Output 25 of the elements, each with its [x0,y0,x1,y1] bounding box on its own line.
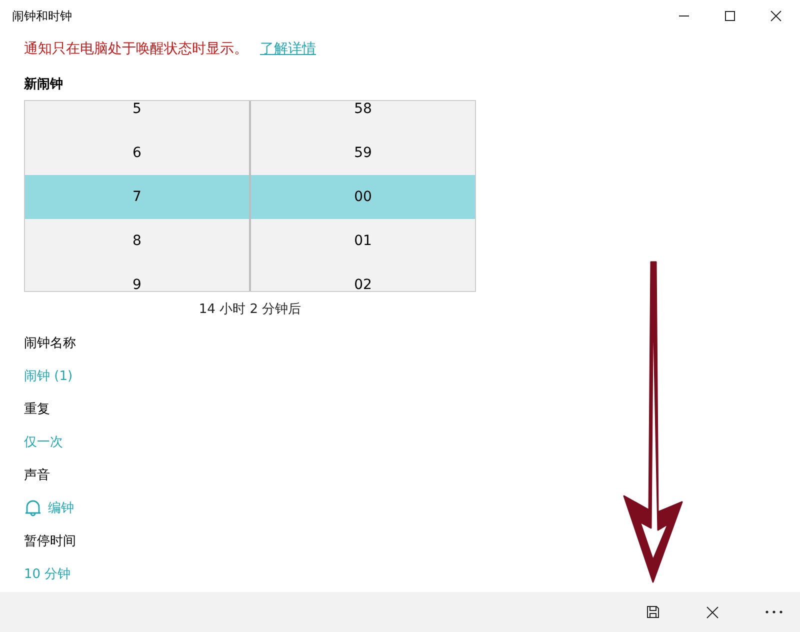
hour-item[interactable]: 9 [25,263,249,291]
minute-item[interactable]: 59 [251,131,475,175]
minute-item[interactable]: 58 [251,101,475,131]
maximize-icon[interactable] [724,10,736,22]
field-label: 重复 [24,401,51,419]
field-label: 闹钟名称 [24,335,77,353]
hour-item[interactable]: 7 [25,175,249,219]
save-icon[interactable] [646,605,660,619]
close-icon[interactable] [770,10,782,22]
field-label: 声音 [24,467,51,485]
hour-item[interactable]: 8 [25,219,249,263]
hour-item[interactable]: 6 [25,131,249,175]
minute-item[interactable]: 02 [251,263,475,291]
minute-item[interactable]: 00 [251,175,475,219]
more-icon[interactable] [765,610,783,614]
time-remaining: 14 小时 2 分钟后 [198,302,302,317]
notice-text: 通知只在电脑处于唤醒状态时显示。 [24,40,248,58]
section-heading: 新闹钟 [24,76,64,94]
minute-item[interactable]: 01 [251,219,475,263]
window-title: 闹钟和时钟 [12,8,72,24]
field-label: 暂停时间 [24,533,77,551]
hour-item[interactable]: 5 [25,101,249,131]
time-picker[interactable]: 5 6 7 8 9 58 59 00 01 02 [24,100,476,292]
close-icon[interactable] [706,606,719,618]
bell-icon [24,498,42,518]
